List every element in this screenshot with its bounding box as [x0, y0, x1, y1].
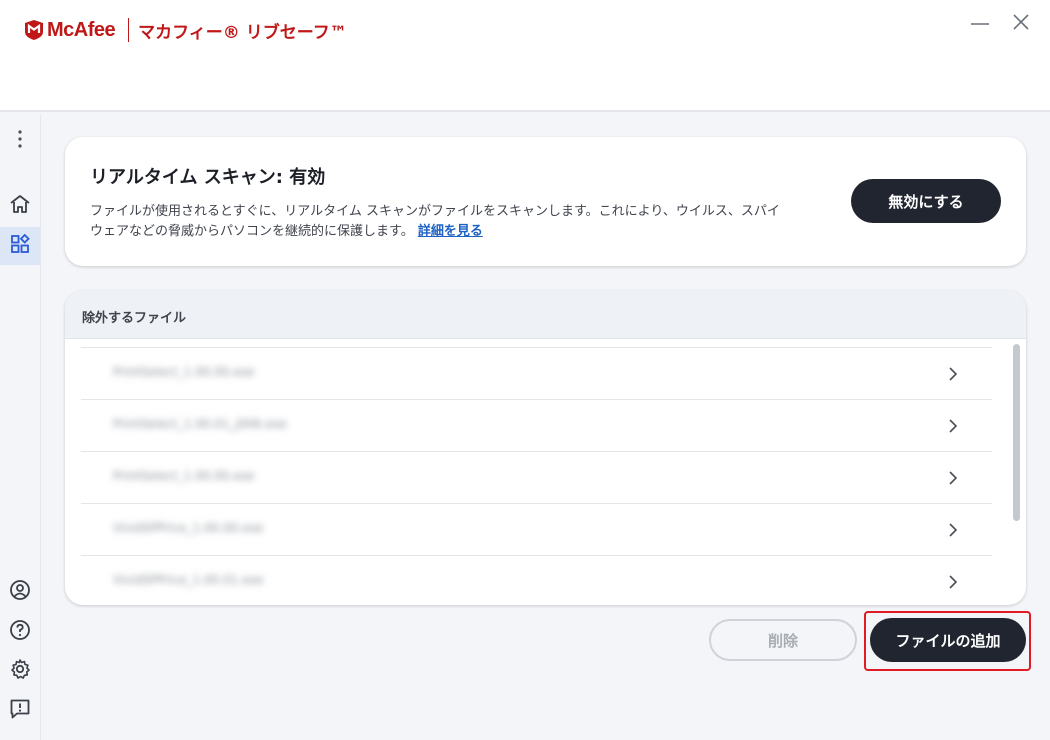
sidebar-item-feedback[interactable]	[0, 692, 40, 730]
add-file-button[interactable]: ファイルの追加	[870, 618, 1026, 662]
minimize-button[interactable]	[966, 10, 994, 38]
file-name: PrintSelect_1.00.00.exe	[113, 469, 255, 483]
file-row[interactable]: VividSPPrice_1.00.00.exe	[81, 503, 992, 555]
product-name: マカフィー® リブセーフ™	[138, 22, 347, 43]
brand-divider	[128, 18, 130, 42]
disable-button[interactable]: 無効にする	[851, 179, 1001, 223]
realtime-scan-description: ファイルが使用されるとすぐに、リアルタイム スキャンがファイルをスキャンします。…	[90, 202, 780, 242]
brand-name: McAfee	[47, 18, 116, 41]
chevron-right-icon	[947, 418, 959, 434]
excluded-files-card: 除外するファイル PrintSelect_1.00.00.exe PrintSe…	[65, 291, 1026, 605]
chevron-right-icon	[947, 574, 959, 590]
file-name: VividSPPrice_1.00.01.exe	[113, 573, 264, 587]
file-row[interactable]: VividSPPrice_1.00.01.exe	[81, 555, 992, 605]
delete-button[interactable]: 削除	[709, 619, 857, 661]
help-icon	[9, 619, 31, 645]
excluded-files-header: 除外するファイル	[65, 291, 1026, 339]
excluded-files-title: 除外するファイル	[82, 311, 187, 326]
chevron-right-icon	[947, 366, 959, 382]
file-name: PrintSelect_1.00.01_j006.exe	[113, 417, 287, 431]
sidebar-item-help[interactable]	[0, 613, 40, 651]
feedback-icon	[9, 698, 31, 724]
account-icon	[9, 579, 31, 605]
sidebar-item-apps[interactable]	[0, 227, 40, 265]
file-row[interactable]: PrintSelect_1.00.00.exe	[81, 451, 992, 503]
close-button[interactable]	[1007, 10, 1035, 38]
learn-more-link[interactable]: 詳細を見る	[418, 224, 483, 239]
file-name: PrintSelect_1.00.00.exe	[113, 365, 255, 379]
sidebar-more-button[interactable]	[0, 122, 40, 160]
sidebar	[0, 114, 41, 740]
chevron-right-icon	[947, 522, 959, 538]
title-bar: McAfee マカフィー® リブセーフ™	[0, 0, 1050, 112]
scrollbar-thumb[interactable]	[1013, 344, 1020, 521]
realtime-scan-title: リアルタイム スキャン: 有効	[90, 167, 326, 188]
realtime-scan-card: リアルタイム スキャン: 有効 ファイルが使用されるとすぐに、リアルタイム スキ…	[65, 137, 1026, 266]
sidebar-item-settings[interactable]	[0, 652, 40, 690]
file-row[interactable]: PrintSelect_1.00.00.exe	[81, 347, 992, 399]
apps-grid-icon	[9, 233, 31, 259]
sidebar-item-account[interactable]	[0, 573, 40, 611]
close-icon	[1011, 12, 1031, 36]
gear-icon	[9, 658, 31, 684]
mcafee-shield-icon	[24, 20, 44, 40]
home-icon	[9, 193, 31, 219]
file-name: VividSPPrice_1.00.00.exe	[113, 521, 264, 535]
sidebar-item-home[interactable]	[0, 187, 40, 225]
excluded-file-list: PrintSelect_1.00.00.exe PrintSelect_1.00…	[81, 347, 992, 605]
minimize-icon	[970, 12, 990, 36]
more-vertical-icon	[17, 129, 23, 153]
brand: McAfee マカフィー® リブセーフ™	[24, 18, 347, 43]
chevron-right-icon	[947, 470, 959, 486]
file-row[interactable]: PrintSelect_1.00.01_j006.exe	[81, 399, 992, 451]
